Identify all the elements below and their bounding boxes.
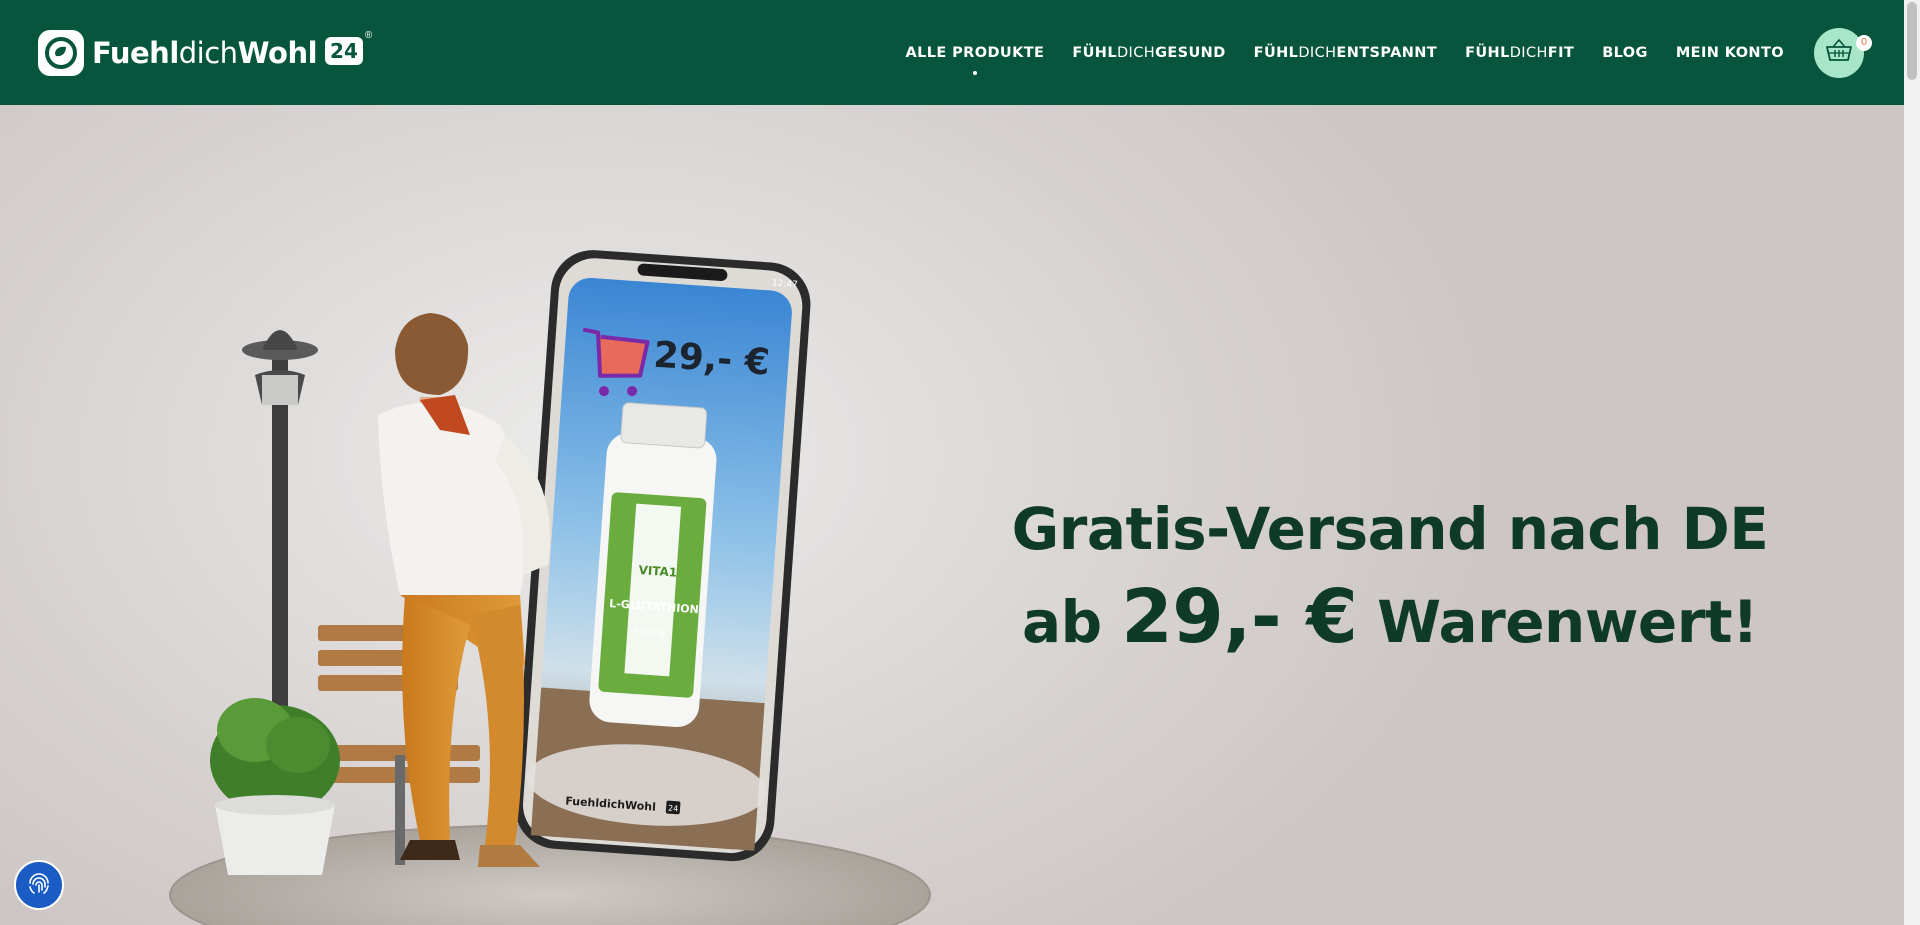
phone-time: 12:47 bbox=[772, 279, 799, 291]
hero-banner[interactable]: 12:47 29,- € VITA1 L-GLUTATHION 500 mg F… bbox=[0, 105, 1904, 925]
main-nav: ALLE PRODUKTE FÜHLDICHGESUND FÜHLDICHENT… bbox=[878, 0, 1905, 105]
bottle-brand: VITA1 bbox=[638, 563, 678, 580]
fingerprint-icon bbox=[25, 869, 53, 902]
cart-count-badge: 0 bbox=[1856, 34, 1872, 51]
site-header: FuehldichWohl 24 ® ALLE PRODUKTE FÜHLDIC… bbox=[0, 0, 1904, 105]
registered-mark: ® bbox=[364, 29, 373, 41]
headline-line-2: ab 29,- € Warenwert! bbox=[1021, 574, 1759, 660]
headline-price: 29,- € bbox=[1121, 574, 1358, 660]
leaf-cup-icon bbox=[38, 30, 84, 76]
brand-name: FuehldichWohl bbox=[92, 36, 318, 70]
privacy-fingerprint-button[interactable] bbox=[14, 860, 64, 910]
hero-headline: Gratis-Versand nach DE ab 29,- € Warenwe… bbox=[970, 485, 1810, 666]
scrollbar-thumb[interactable] bbox=[1907, 2, 1917, 80]
nav-alle-produkte[interactable]: ALLE PRODUKTE bbox=[906, 45, 1045, 75]
nav-mein-konto[interactable]: MEIN KONTO bbox=[1676, 45, 1784, 61]
nav-fuehldichfit[interactable]: FÜHLDICHFIT bbox=[1465, 45, 1574, 61]
nav-fuehldichgesund[interactable]: FÜHLDICHGESUND bbox=[1072, 45, 1225, 61]
brand-logo[interactable]: FuehldichWohl 24 ® bbox=[38, 28, 372, 78]
nav-fuehldichentspannt[interactable]: FÜHLDICHENTSPANNT bbox=[1254, 45, 1437, 61]
page-scrollbar[interactable] bbox=[1904, 0, 1920, 925]
phone-logo-badge: 24 bbox=[668, 804, 679, 814]
basket-icon bbox=[1825, 37, 1853, 68]
phone-price: 29,- € bbox=[652, 335, 771, 384]
nav-blog[interactable]: BLOG bbox=[1602, 45, 1648, 61]
cart-button[interactable]: 0 bbox=[1814, 27, 1872, 78]
headline-line-1: Gratis-Versand nach DE bbox=[1011, 495, 1769, 563]
brand-badge: 24 bbox=[325, 37, 363, 65]
